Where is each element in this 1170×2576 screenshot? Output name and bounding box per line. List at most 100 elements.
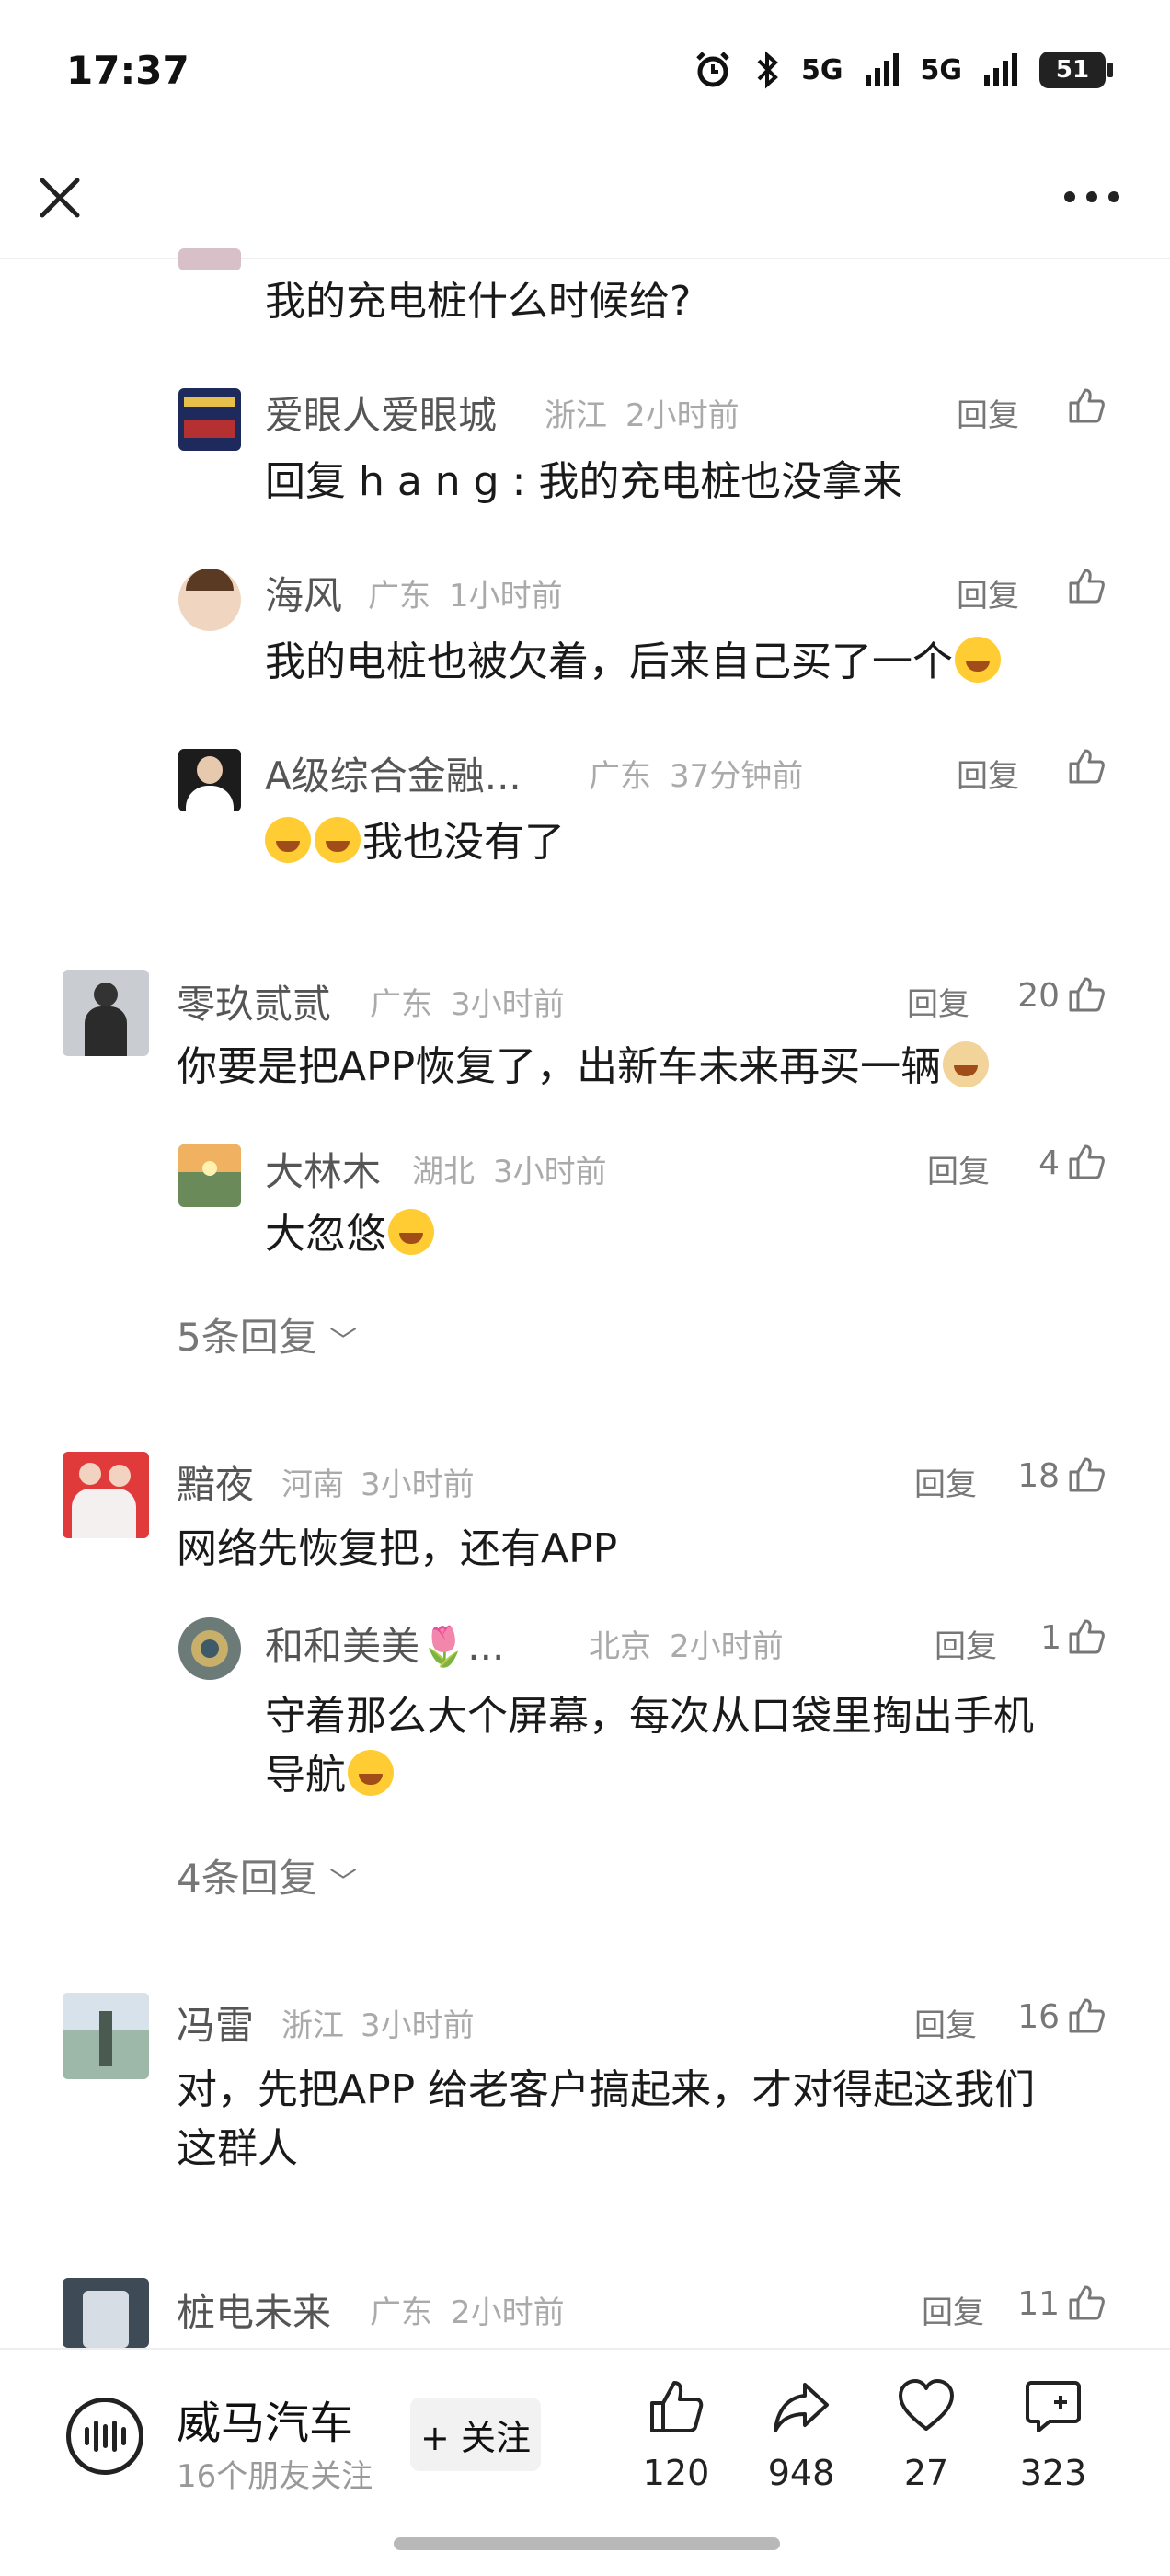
like-count: 16: [1017, 1998, 1060, 2036]
avatar[interactable]: [178, 1144, 241, 1207]
comment-author[interactable]: 零玖贰贰: [177, 973, 331, 1029]
comment-text-row: 导航: [265, 1746, 396, 1805]
like-icon[interactable]: [1067, 1143, 1106, 1181]
brand-logo-icon[interactable]: [66, 2398, 143, 2475]
crying-laughing-emoji-icon: [955, 637, 1001, 683]
like-icon[interactable]: [1067, 2283, 1106, 2322]
follow-button[interactable]: + 关注: [410, 2398, 541, 2471]
account-name[interactable]: 威马汽车: [177, 2386, 353, 2451]
crying-laughing-emoji-icon: [348, 1750, 394, 1796]
logo-bar: [102, 2424, 108, 2448]
favorite-action[interactable]: 27: [876, 2377, 977, 2493]
comment-time: 2小时前: [670, 1628, 784, 1665]
avatar-detail: [186, 569, 234, 591]
comment-text: 你要是把APP恢复了，出新车未来再买一辆: [177, 1043, 942, 1090]
comment-location: 河南: [281, 1466, 344, 1503]
share-count: 948: [767, 2453, 835, 2493]
reply-button[interactable]: 回复: [935, 1621, 997, 1666]
comment-author[interactable]: 冯雷: [177, 1995, 254, 2051]
nav-divider: [0, 258, 1170, 259]
reply-button[interactable]: 回复: [927, 1146, 990, 1191]
like-count: 11: [1017, 2285, 1060, 2323]
reply-button[interactable]: 回复: [957, 751, 1019, 796]
like-count: 4: [1038, 1144, 1060, 1182]
comment-action[interactable]: 323: [1003, 2377, 1104, 2493]
reply-button[interactable]: 回复: [957, 390, 1019, 435]
like-icon[interactable]: [1067, 975, 1106, 1014]
like-action[interactable]: 120: [625, 2377, 727, 2493]
thinking-emoji-icon: [388, 1209, 434, 1255]
comment-author[interactable]: 爱眼人爱眼城: [265, 385, 497, 441]
battery-icon: 51: [1039, 52, 1113, 88]
avatar-detail: [186, 786, 234, 811]
crying-laughing-emoji-icon: [265, 817, 311, 863]
comment-location: 浙江: [545, 397, 607, 434]
avatar[interactable]: [63, 1993, 149, 2079]
avatar[interactable]: [63, 1452, 149, 1538]
more-replies-button[interactable]: 4条回复 ﹀: [177, 1847, 357, 1903]
signal-icon-2: [984, 53, 1017, 86]
comment-text: 这群人: [177, 2125, 298, 2172]
reply-button[interactable]: 回复: [957, 570, 1019, 615]
like-icon[interactable]: [1067, 1455, 1106, 1494]
reply-button[interactable]: 回复: [922, 2287, 984, 2332]
comment-location: 广东: [589, 758, 651, 795]
comment-author[interactable]: 桩电未来: [177, 2282, 331, 2338]
avatar[interactable]: [178, 388, 241, 451]
like-icon[interactable]: [1067, 386, 1106, 425]
avatar[interactable]: [178, 248, 241, 270]
comment-bubble-icon: [1026, 2381, 1081, 2432]
comment-location: 湖北: [412, 1154, 475, 1190]
logo-bar: [93, 2421, 98, 2452]
avatar-detail: [184, 397, 235, 407]
avatar[interactable]: [178, 749, 241, 811]
comment-time: 3小时前: [451, 986, 565, 1023]
comment-author[interactable]: 黯夜: [177, 1454, 254, 1510]
more-dots-icon: [1064, 191, 1119, 202]
like-count: 18: [1017, 1457, 1060, 1495]
comment-text-row: 我也没有了: [263, 813, 565, 872]
comment-location: 北京: [589, 1628, 651, 1665]
like-icon[interactable]: [1067, 567, 1106, 605]
avatar-detail: [184, 420, 235, 438]
comment-text: 我也没有了: [362, 819, 565, 866]
close-button[interactable]: [35, 173, 85, 223]
network-5g-label: 5G: [801, 53, 843, 86]
share-action[interactable]: 948: [751, 2377, 852, 2493]
comment-author[interactable]: A级综合金融...: [265, 745, 522, 801]
reply-button[interactable]: 回复: [907, 979, 969, 1024]
like-icon[interactable]: [1067, 1996, 1106, 2035]
more-options-button[interactable]: [1060, 177, 1124, 217]
reply-button[interactable]: 回复: [914, 2000, 977, 2045]
avatar-detail: [202, 1161, 217, 1176]
like-icon[interactable]: [1067, 747, 1106, 786]
comment-author[interactable]: 大林木: [265, 1141, 381, 1197]
alarm-icon: [696, 52, 729, 87]
reply-button[interactable]: 回复: [914, 1459, 977, 1504]
status-time: 17:37: [66, 48, 189, 93]
comment-location: 浙江: [281, 2007, 344, 2044]
logo-bar: [120, 2427, 126, 2445]
avatar-detail: [109, 1465, 131, 1487]
more-replies-button[interactable]: 5条回复 ﹀: [177, 1306, 357, 1363]
battery-level: 51: [1055, 56, 1090, 84]
bottom-divider: [0, 2348, 1170, 2350]
signal-icon: [865, 53, 899, 86]
comment-time: 3小时前: [361, 1466, 475, 1503]
avatar-detail: [94, 983, 118, 1006]
comment-text: 守着那么大个屏幕，每次从口袋里掏出手机: [265, 1693, 1034, 1740]
comment-text-row: 大忽悠: [265, 1205, 436, 1264]
close-icon: [40, 178, 80, 218]
avatar-detail: [79, 1463, 101, 1485]
more-replies-label: 5条回复: [177, 1315, 317, 1360]
home-indicator[interactable]: [394, 2537, 780, 2550]
avatar[interactable]: [178, 1617, 241, 1680]
avatar[interactable]: [63, 970, 149, 1056]
avatar[interactable]: [63, 2278, 149, 2348]
avatar-detail: [72, 1489, 136, 1538]
avatar-detail: [85, 1006, 127, 1056]
like-icon[interactable]: [1067, 1617, 1106, 1656]
avatar[interactable]: [178, 569, 241, 631]
comment-author[interactable]: 海风: [265, 565, 342, 621]
comment-author[interactable]: 和和美美🌷...: [265, 1616, 504, 1672]
